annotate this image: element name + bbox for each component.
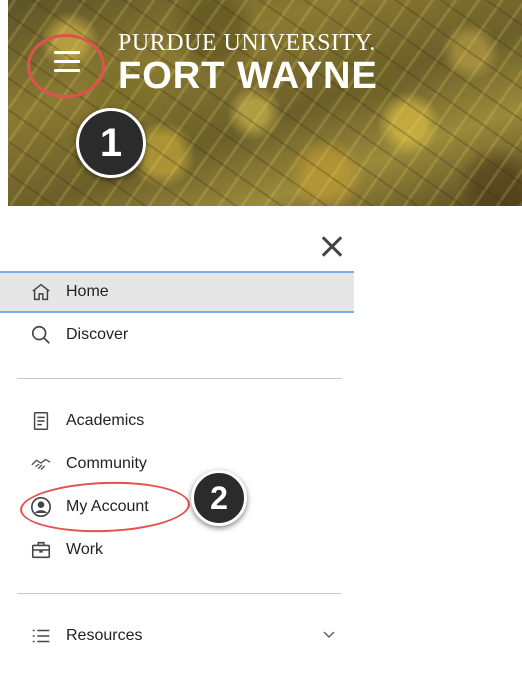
handshake-icon xyxy=(30,453,52,475)
nav-item-discover[interactable]: Discover xyxy=(0,314,354,356)
list-icon xyxy=(30,625,52,647)
divider xyxy=(17,378,342,379)
annotation-circle-menu xyxy=(27,34,105,98)
nav-item-academics[interactable]: Academics xyxy=(0,400,354,442)
nav-item-work[interactable]: Work xyxy=(0,529,354,571)
home-icon xyxy=(30,281,52,303)
nav-item-label: Discover xyxy=(66,326,129,343)
step-1-badge: 1 xyxy=(76,108,146,178)
document-icon xyxy=(30,410,52,432)
nav-item-label: Work xyxy=(66,541,104,558)
nav-item-label: Home xyxy=(66,283,109,300)
chevron-down-icon[interactable] xyxy=(322,630,336,640)
header-banner: PURDUE UNIVERSITY. FORT WAYNE 1 xyxy=(8,0,522,206)
nav-item-label: Community xyxy=(66,455,147,472)
close-icon[interactable] xyxy=(318,233,346,261)
search-icon xyxy=(30,324,52,346)
nav-item-home[interactable]: Home xyxy=(0,271,354,313)
nav-item-label: Resources xyxy=(66,627,143,644)
university-logo: PURDUE UNIVERSITY. FORT WAYNE xyxy=(118,30,378,96)
nav-item-label: Academics xyxy=(66,412,145,429)
nav-item-community[interactable]: Community xyxy=(0,443,354,485)
logo-line-1: PURDUE UNIVERSITY. xyxy=(118,30,376,56)
step-2-badge: 2 xyxy=(191,470,247,526)
divider xyxy=(17,593,342,594)
nav-item-resources[interactable]: Resources xyxy=(0,615,354,657)
briefcase-icon xyxy=(30,539,52,561)
logo-line-2: FORT WAYNE xyxy=(118,55,378,97)
